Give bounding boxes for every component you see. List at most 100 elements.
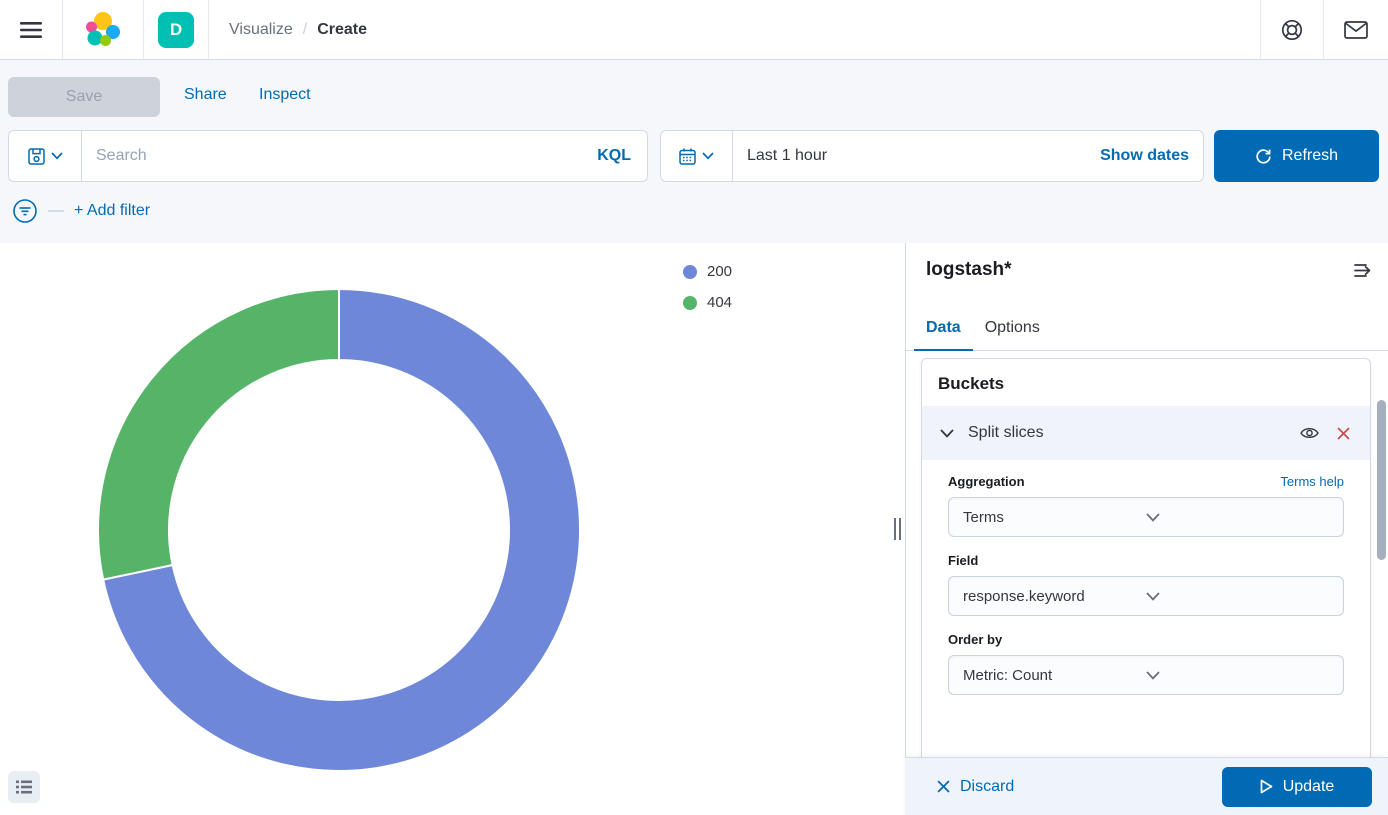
tab-data[interactable]: Data xyxy=(914,307,973,351)
help-button[interactable] xyxy=(1275,13,1309,47)
time-range-value[interactable]: Last 1 hour xyxy=(733,131,1086,181)
filter-bar: + Add filter xyxy=(12,196,150,226)
filter-separator xyxy=(48,210,64,212)
search-input[interactable] xyxy=(82,131,581,181)
buckets-title: Buckets xyxy=(922,359,1370,406)
toolbar-zone: Save Share Inspect KQL xyxy=(0,60,1388,243)
tab-options[interactable]: Options xyxy=(973,307,1052,351)
toggle-visibility-button[interactable] xyxy=(1298,424,1321,442)
refresh-label: Refresh xyxy=(1282,147,1338,165)
mail-icon xyxy=(1344,21,1368,39)
order-by-select[interactable]: Metric: Count xyxy=(948,655,1344,695)
split-slices-label: Split slices xyxy=(968,424,1284,442)
visualize-editor-app: D Visualize / Create xyxy=(0,0,1388,815)
collapse-panel-button[interactable] xyxy=(1348,257,1378,284)
panel-scrollbar[interactable] xyxy=(1377,400,1386,560)
field-value: response.keyword xyxy=(963,588,1146,605)
close-icon xyxy=(937,780,950,793)
remove-bucket-button[interactable] xyxy=(1335,425,1352,442)
help-section xyxy=(1260,0,1323,59)
field-select[interactable]: response.keyword xyxy=(948,576,1344,616)
hamburger-icon xyxy=(20,22,42,38)
eye-icon xyxy=(1300,426,1319,440)
field-label: Field xyxy=(948,553,978,568)
legend-swatch xyxy=(683,296,697,310)
breadcrumb-visualize[interactable]: Visualize xyxy=(229,21,293,39)
query-bar: KQL xyxy=(8,130,648,182)
menu-section xyxy=(0,0,63,59)
index-pattern-title: logstash* xyxy=(926,259,1012,281)
aggregation-select[interactable]: Terms xyxy=(948,497,1344,537)
legend-toggle-button[interactable] xyxy=(8,771,40,803)
save-query-icon xyxy=(28,148,45,165)
elastic-logo[interactable] xyxy=(77,5,129,55)
play-icon xyxy=(1260,779,1273,794)
chart-legend: 200 404 xyxy=(683,263,732,311)
quick-select-time-button[interactable] xyxy=(661,131,733,181)
space-avatar[interactable]: D xyxy=(158,12,194,48)
update-button[interactable]: Update xyxy=(1222,767,1372,807)
legend-item-200[interactable]: 200 xyxy=(683,263,732,280)
filter-icon xyxy=(12,198,38,224)
menu-right-icon xyxy=(1354,263,1372,278)
aggregation-field: Aggregation Terms help Terms xyxy=(948,474,1344,537)
share-button[interactable]: Share xyxy=(184,86,227,104)
legend-label: 200 xyxy=(707,263,732,280)
help-icon xyxy=(1281,19,1303,41)
hamburger-menu-button[interactable] xyxy=(14,16,48,44)
chevron-down-icon xyxy=(1146,592,1329,601)
chevron-down-icon xyxy=(1146,671,1329,680)
chevron-down-icon xyxy=(702,152,714,160)
filter-options-button[interactable] xyxy=(12,198,38,224)
save-button[interactable]: Save xyxy=(8,77,160,117)
chevron-down-icon xyxy=(940,429,954,438)
calendar-icon xyxy=(679,148,696,165)
app-header: D Visualize / Create xyxy=(0,0,1388,60)
legend-label: 404 xyxy=(707,294,732,311)
bucket-form: Aggregation Terms help Terms Field xyxy=(922,460,1370,695)
aggregation-value: Terms xyxy=(963,509,1146,526)
discard-button[interactable]: Discard xyxy=(937,778,1014,796)
saved-query-menu-button[interactable] xyxy=(9,131,82,181)
refresh-icon xyxy=(1255,148,1272,165)
space-section: D xyxy=(144,0,209,59)
logo-section xyxy=(63,0,144,59)
inspect-button[interactable]: Inspect xyxy=(259,86,311,104)
add-filter-button[interactable]: + Add filter xyxy=(74,202,150,220)
field-field: Field response.keyword xyxy=(948,553,1344,616)
breadcrumb: Visualize / Create xyxy=(223,21,367,39)
buckets-card: Buckets Split slices xyxy=(921,358,1371,772)
chart-area: 200 404 xyxy=(0,243,890,815)
pie-slice-404[interactable] xyxy=(98,289,339,580)
order-by-value: Metric: Count xyxy=(963,667,1146,684)
show-dates-button[interactable]: Show dates xyxy=(1086,131,1203,181)
legend-item-404[interactable]: 404 xyxy=(683,294,732,311)
donut-chart xyxy=(0,243,890,815)
accordion-actions xyxy=(1298,424,1352,442)
update-label: Update xyxy=(1283,778,1335,796)
data-config-panel: logstash* Data Options Buckets Spl xyxy=(905,243,1388,815)
breadcrumb-section: Visualize / Create xyxy=(209,0,381,59)
close-icon xyxy=(1337,427,1350,440)
newsfeed-button[interactable] xyxy=(1338,15,1374,45)
chevron-down-icon xyxy=(1146,513,1329,522)
elastic-logo-icon xyxy=(83,11,123,49)
panel-footer: Discard Update xyxy=(905,757,1388,815)
aggregation-label: Aggregation xyxy=(948,474,1025,489)
list-icon xyxy=(16,779,32,795)
terms-help-link[interactable]: Terms help xyxy=(1280,474,1344,489)
panel-resizer[interactable] xyxy=(890,243,905,815)
chevron-down-icon xyxy=(51,152,63,160)
query-language-button[interactable]: KQL xyxy=(581,131,647,181)
breadcrumb-separator: / xyxy=(303,21,307,39)
order-by-field: Order by Metric: Count xyxy=(948,632,1344,695)
newsfeed-section xyxy=(1323,0,1388,59)
date-picker: Last 1 hour Show dates xyxy=(660,130,1204,182)
discard-label: Discard xyxy=(960,778,1014,796)
header-right xyxy=(1260,0,1388,59)
legend-swatch xyxy=(683,265,697,279)
order-by-label: Order by xyxy=(948,632,1002,647)
refresh-button[interactable]: Refresh xyxy=(1214,130,1379,182)
split-slices-accordion[interactable]: Split slices xyxy=(922,406,1370,460)
panel-tabs: Data Options xyxy=(906,307,1388,351)
